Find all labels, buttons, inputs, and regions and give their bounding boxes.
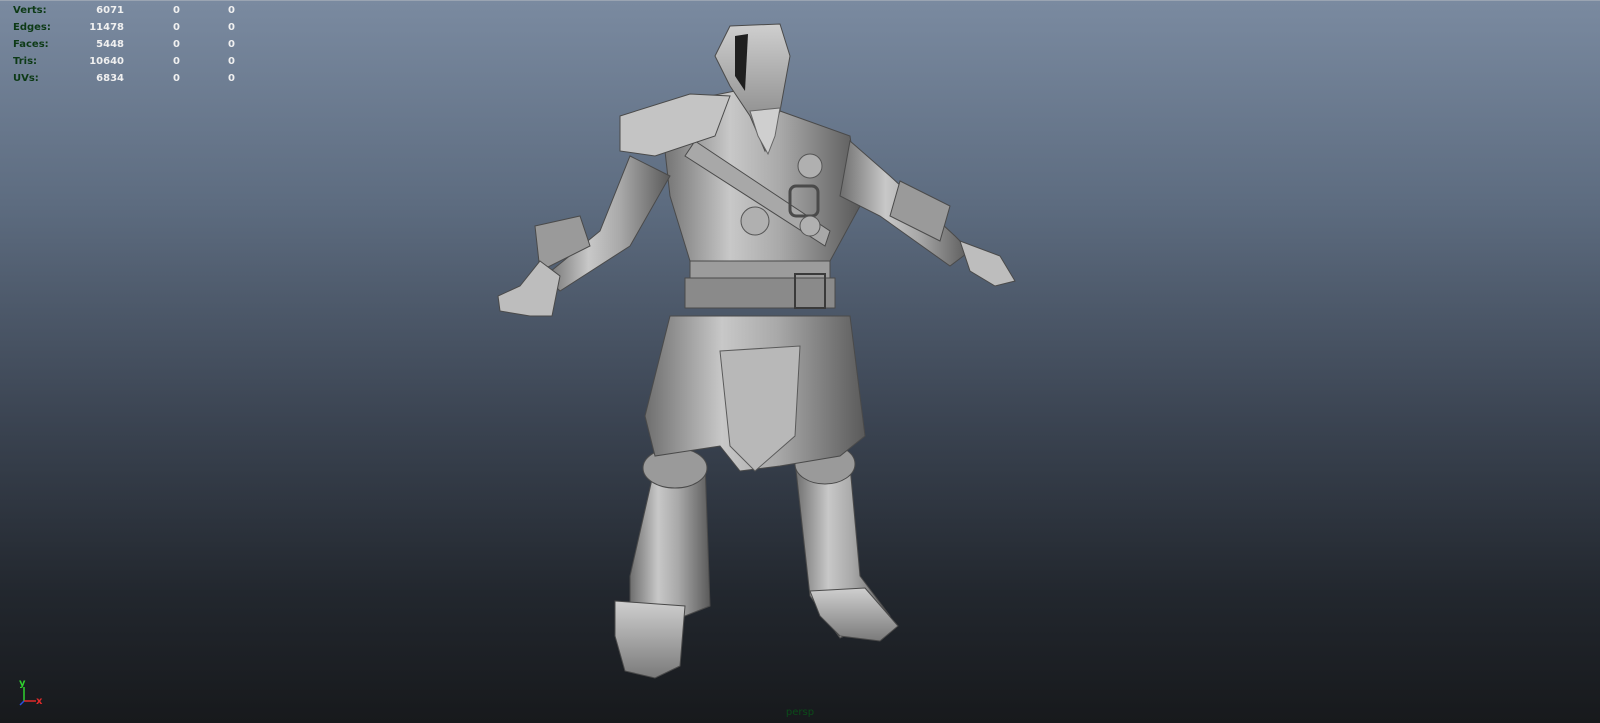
poly-count-hud: Verts: 6071 0 0 Edges: 11478 0 0 Faces: … xyxy=(13,2,235,87)
hud-value: 0 xyxy=(173,73,180,84)
hud-value: 6834 xyxy=(96,73,124,84)
hud-label: Edges: xyxy=(13,22,51,33)
hud-label: UVs: xyxy=(13,73,39,84)
axis-gizmo-icon: y x xyxy=(19,678,43,707)
character-mesh-icon[interactable] xyxy=(480,16,1040,696)
3d-viewport[interactable]: Verts: 6071 0 0 Edges: 11478 0 0 Faces: … xyxy=(0,0,1600,723)
hud-row-uvs: UVs: 6834 0 0 xyxy=(13,70,235,87)
hud-value: 5448 xyxy=(96,39,124,50)
hud-row-tris: Tris: 10640 0 0 xyxy=(13,53,235,70)
hud-value: 0 xyxy=(228,73,235,84)
hud-value: 0 xyxy=(228,39,235,50)
hud-value: 0 xyxy=(173,56,180,67)
hud-value: 0 xyxy=(228,5,235,16)
hud-value: 0 xyxy=(173,39,180,50)
hud-value: 0 xyxy=(173,5,180,16)
hud-row-edges: Edges: 11478 0 0 xyxy=(13,19,235,36)
hud-value: 10640 xyxy=(89,56,124,67)
hud-row-faces: Faces: 5448 0 0 xyxy=(13,36,235,53)
hud-label: Tris: xyxy=(13,56,38,67)
hud-label: Verts: xyxy=(13,5,47,16)
hud-label: Faces: xyxy=(13,39,49,50)
camera-name-label: persp xyxy=(785,707,815,718)
hud-value: 6071 xyxy=(96,5,124,16)
hud-value: 0 xyxy=(173,22,180,33)
hud-row-verts: Verts: 6071 0 0 xyxy=(13,2,235,19)
hud-value: 0 xyxy=(228,56,235,67)
axis-x-label: x xyxy=(36,696,43,707)
hud-value: 0 xyxy=(228,22,235,33)
axis-y-label: y xyxy=(19,678,26,689)
hud-value: 11478 xyxy=(89,22,124,33)
